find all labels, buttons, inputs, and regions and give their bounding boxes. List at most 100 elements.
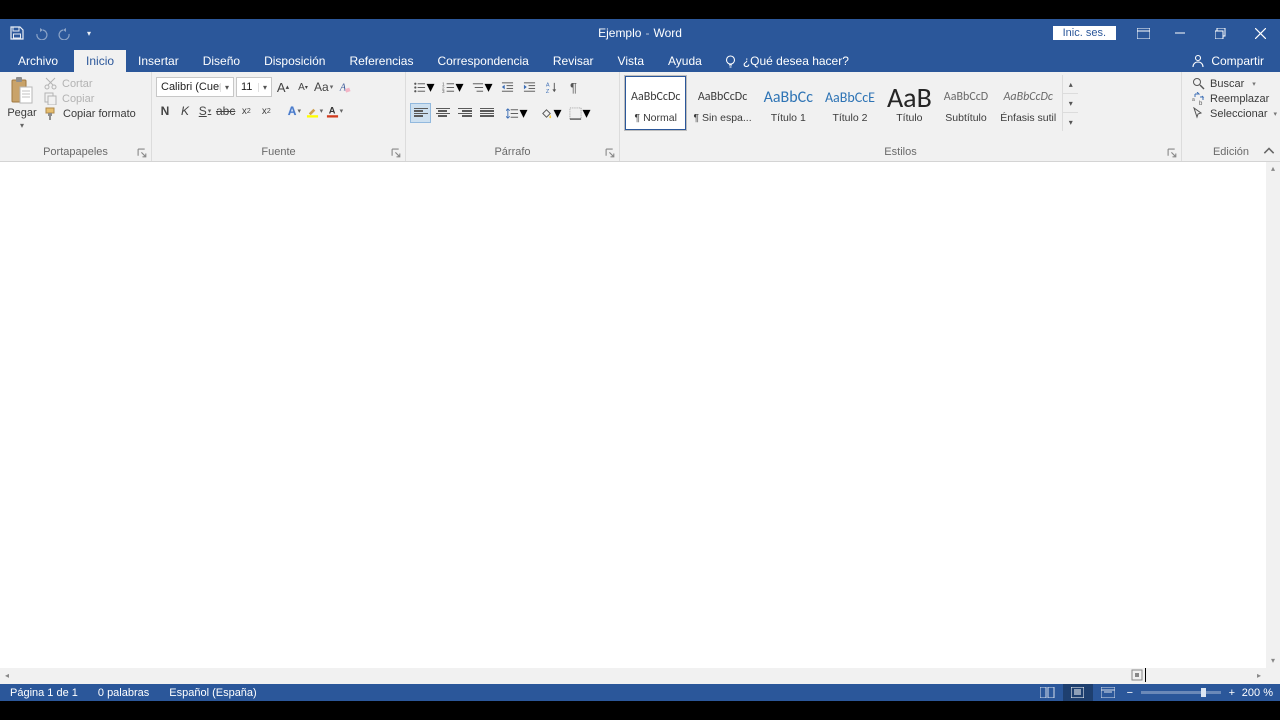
- print-layout-button[interactable]: [1063, 684, 1093, 701]
- styles-dialog-launcher-icon[interactable]: [1167, 148, 1178, 159]
- clipboard-dialog-launcher-icon[interactable]: [137, 148, 148, 159]
- svg-text:a: a: [1192, 97, 1195, 103]
- status-language[interactable]: Español (España): [159, 687, 266, 699]
- show-marks-button[interactable]: ¶: [563, 77, 584, 97]
- paste-button[interactable]: Pegar ▾: [4, 75, 40, 130]
- font-color-icon: A: [326, 105, 339, 118]
- zoom-out-button[interactable]: −: [1123, 687, 1137, 699]
- decrease-indent-button[interactable]: [497, 77, 518, 97]
- styles-scroll-down-icon[interactable]: ▾: [1063, 94, 1078, 113]
- scroll-right-icon[interactable]: ▸: [1252, 668, 1266, 684]
- tab-revisar[interactable]: Revisar: [541, 50, 606, 72]
- subscript-button[interactable]: x2: [237, 101, 255, 121]
- status-bar: Página 1 de 1 0 palabras Español (España…: [0, 684, 1280, 701]
- italic-button[interactable]: K: [176, 101, 194, 121]
- svg-text:A: A: [328, 105, 335, 115]
- tab-correspondencia[interactable]: Correspondencia: [425, 50, 540, 72]
- ribbon-display-icon[interactable]: [1126, 20, 1160, 46]
- cursor-icon: [1192, 107, 1205, 120]
- bullets-button[interactable]: ▾: [410, 77, 438, 97]
- line-spacing-button[interactable]: ▾: [503, 103, 531, 123]
- style--normal[interactable]: AaBbCcDc¶ Normal: [624, 75, 687, 131]
- font-size-combo[interactable]: 11▾: [236, 77, 272, 97]
- group-clipboard: Pegar ▾ Cortar Copiar: [0, 72, 152, 161]
- change-case-button[interactable]: Aa▾: [314, 77, 333, 97]
- text-effects-button[interactable]: A▾: [285, 101, 303, 121]
- cut-button[interactable]: Cortar: [44, 77, 136, 90]
- align-right-button[interactable]: [454, 103, 475, 123]
- font-color-button[interactable]: A▾: [325, 101, 343, 121]
- justify-button[interactable]: [476, 103, 497, 123]
- replace-icon: ab: [1192, 92, 1205, 105]
- bold-button[interactable]: N: [156, 101, 174, 121]
- paragraph-dialog-launcher-icon[interactable]: [605, 148, 616, 159]
- style--nfasis-sutil[interactable]: AaBbCcDcÉnfasis sutil: [994, 75, 1062, 131]
- styles-scroll-up-icon[interactable]: ▴: [1063, 75, 1078, 94]
- share-person-icon: [1191, 54, 1205, 68]
- status-word-count[interactable]: 0 palabras: [88, 687, 159, 699]
- tab-insertar[interactable]: Insertar: [126, 50, 191, 72]
- document-canvas[interactable]: ▴ ▾ ◂ ▸: [0, 162, 1280, 684]
- zoom-value[interactable]: 200 %: [1239, 687, 1276, 699]
- align-left-button[interactable]: [410, 103, 431, 123]
- grow-font-button[interactable]: A▴: [274, 77, 292, 97]
- find-button[interactable]: Buscar▾: [1192, 77, 1277, 90]
- borders-button[interactable]: ▾: [566, 103, 594, 123]
- tab-inicio[interactable]: Inicio: [74, 50, 126, 72]
- redo-icon[interactable]: [54, 22, 76, 44]
- format-painter-button[interactable]: Copiar formato: [44, 107, 136, 121]
- tab-disposicion[interactable]: Disposición: [252, 50, 337, 72]
- multilevel-list-button[interactable]: ▾: [468, 77, 496, 97]
- font-dialog-launcher-icon[interactable]: [391, 148, 402, 159]
- clear-formatting-button[interactable]: A: [335, 77, 353, 97]
- style-subt-tulo[interactable]: AaBbCcDSubtítulo: [938, 75, 994, 131]
- status-page[interactable]: Página 1 de 1: [0, 687, 88, 699]
- web-layout-button[interactable]: [1093, 684, 1123, 701]
- clipboard-paste-icon: [10, 77, 34, 105]
- zoom-slider[interactable]: [1141, 691, 1221, 694]
- tab-ayuda[interactable]: Ayuda: [656, 50, 714, 72]
- style-t-tulo[interactable]: AaBTítulo: [881, 75, 938, 131]
- strikethrough-button[interactable]: abc: [216, 101, 235, 121]
- share-button[interactable]: Compartir: [1211, 54, 1264, 68]
- styles-expand-icon[interactable]: ▾: [1063, 113, 1078, 131]
- superscript-button[interactable]: x2: [257, 101, 275, 121]
- font-name-combo[interactable]: Calibri (Cuer▾: [156, 77, 234, 97]
- macro-stop-icon: [1131, 669, 1143, 681]
- style-t-tulo-2[interactable]: AaBbCcETítulo 2: [819, 75, 881, 131]
- qat-customize-icon[interactable]: ▾: [78, 22, 100, 44]
- highlight-color-button[interactable]: ▾: [305, 101, 323, 121]
- scroll-down-icon[interactable]: ▾: [1266, 654, 1280, 668]
- undo-icon[interactable]: [30, 22, 52, 44]
- replace-button[interactable]: ab Reemplazar: [1192, 92, 1277, 105]
- horizontal-scrollbar[interactable]: ◂ ▸: [0, 668, 1266, 684]
- sort-button[interactable]: AZ: [541, 77, 562, 97]
- collapse-ribbon-icon[interactable]: [1262, 145, 1276, 159]
- tab-vista[interactable]: Vista: [606, 50, 656, 72]
- save-icon[interactable]: [6, 22, 28, 44]
- highlighter-icon: [306, 105, 319, 118]
- numbering-button[interactable]: 123▾: [439, 77, 467, 97]
- restore-icon[interactable]: [1200, 20, 1240, 46]
- tab-diseno[interactable]: Diseño: [191, 50, 252, 72]
- copy-button[interactable]: Copiar: [44, 92, 136, 105]
- read-mode-button[interactable]: [1033, 684, 1063, 701]
- align-center-button[interactable]: [432, 103, 453, 123]
- vertical-scrollbar[interactable]: ▴ ▾: [1266, 162, 1280, 668]
- style--sin-espa-[interactable]: AaBbCcDc¶ Sin espa...: [687, 75, 757, 131]
- scroll-up-icon[interactable]: ▴: [1266, 162, 1280, 176]
- increase-indent-button[interactable]: [519, 77, 540, 97]
- tab-archivo[interactable]: Archivo: [2, 50, 74, 72]
- sign-in-button[interactable]: Inic. ses.: [1053, 26, 1116, 40]
- select-button[interactable]: Seleccionar▾: [1192, 107, 1277, 120]
- scroll-left-icon[interactable]: ◂: [0, 668, 14, 684]
- underline-button[interactable]: S▾: [196, 101, 214, 121]
- minimize-icon[interactable]: [1160, 20, 1200, 46]
- style-t-tulo-1[interactable]: AaBbCcTítulo 1: [758, 75, 819, 131]
- shading-button[interactable]: ▾: [537, 103, 565, 123]
- shrink-font-button[interactable]: A▾: [294, 77, 312, 97]
- zoom-in-button[interactable]: +: [1225, 687, 1239, 699]
- tell-me-input[interactable]: ¿Qué desea hacer?: [743, 54, 849, 68]
- close-icon[interactable]: [1240, 20, 1280, 46]
- tab-referencias[interactable]: Referencias: [337, 50, 425, 72]
